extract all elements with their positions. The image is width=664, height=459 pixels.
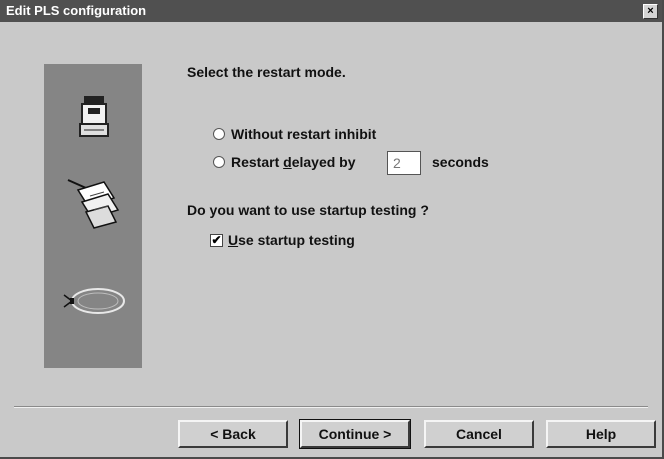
help-button[interactable]: Help [546, 420, 656, 448]
dialog-title: Edit PLS configuration [6, 3, 147, 18]
scanner-device-icon [79, 96, 109, 137]
button-separator [14, 406, 648, 408]
restart-mode-prompt: Select the restart mode. [187, 64, 346, 80]
restart-delay-input[interactable] [387, 151, 421, 175]
protective-field-icon [63, 288, 125, 314]
restart-delayed-option[interactable]: Restart delayed by [213, 154, 356, 170]
cancel-button[interactable]: Cancel [424, 420, 534, 448]
continue-button[interactable]: Continue > [299, 419, 411, 449]
radio-button[interactable] [213, 156, 225, 168]
side-image-panel [44, 64, 142, 368]
back-button[interactable]: < Back [178, 420, 288, 448]
radio-button[interactable] [213, 128, 225, 140]
use-startup-testing-option[interactable]: ✔ Use startup testing [210, 232, 355, 248]
use-startup-testing-checkbox[interactable]: ✔ [210, 233, 223, 247]
configuration-cards-icon [67, 179, 120, 229]
close-button[interactable]: × [643, 4, 658, 19]
use-startup-testing-label: Use startup testing [228, 232, 355, 248]
without-restart-inhibit-label: Without restart inhibit [231, 126, 377, 142]
title-bar: Edit PLS configuration × [0, 0, 662, 22]
seconds-label: seconds [432, 154, 489, 170]
restart-delayed-label: Restart delayed by [231, 154, 356, 170]
without-restart-inhibit-option[interactable]: Without restart inhibit [213, 126, 376, 142]
startup-testing-question: Do you want to use startup testing ? [187, 202, 429, 218]
edit-pls-dialog: Edit PLS configuration × Select the rest… [0, 0, 664, 459]
